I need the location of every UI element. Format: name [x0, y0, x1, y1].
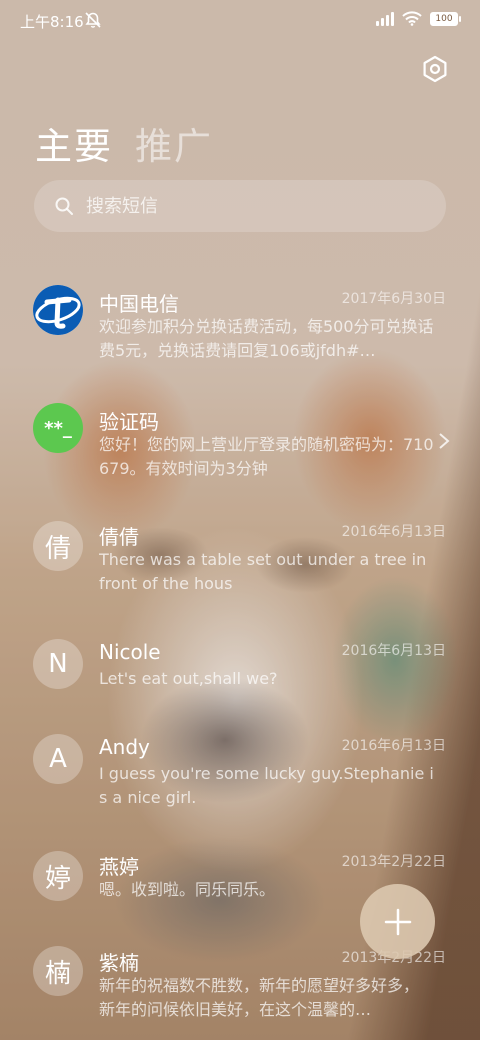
conversation-date: 2016年6月13日	[341, 643, 446, 659]
china-telecom-logo-icon	[33, 285, 83, 335]
conversation-item[interactable]: **_ 验证码 您好！您的网上营业厅登录的随机密码为：710679。有效时间为3…	[0, 400, 480, 500]
china-telecom-logo-avatar	[33, 285, 83, 335]
conversation-name: Andy	[99, 735, 150, 759]
tab-primary[interactable]: 主要	[35, 116, 113, 170]
conversation-name: 倩倩	[99, 525, 139, 549]
conversation-preview: 欢迎参加积分兑换话费活动，每500分可兑换话费5元，兑换话费请回复106或jfd…	[99, 317, 434, 360]
conversation-date: 2016年6月13日	[341, 524, 446, 540]
conversation-preview: I guess you're some lucky guy.Stephanie …	[99, 764, 434, 807]
tab-bar: 主要 推广	[35, 116, 213, 170]
conversation-item[interactable]: N Nicole 2016年6月13日 Let's eat out,shall …	[0, 637, 480, 737]
conversation-date: 2016年6月13日	[341, 738, 446, 754]
avatar: 楠	[33, 946, 83, 996]
do-not-disturb-icon	[85, 12, 101, 28]
status-bar: 上午8:16 100	[0, 0, 480, 40]
conversation-preview: There was a table set out under a tree i…	[99, 550, 427, 593]
conversation-item[interactable]: A Andy 2016年6月13日 I guess you're some lu…	[0, 732, 480, 832]
avatar: A	[33, 734, 83, 784]
signal-icon	[376, 11, 394, 26]
status-time: 上午8:16	[20, 13, 84, 31]
conversation-preview: 新年的祝福数不胜数，新年的愿望好多好多，新年的问候依旧美好，在这个温馨的…	[99, 976, 420, 1019]
tab-promotions[interactable]: 推广	[135, 116, 213, 170]
verification-code-avatar: **_	[33, 403, 83, 453]
conversation-preview: 您好！您的网上营业厅登录的随机密码为：710679。有效时间为3分钟	[99, 435, 434, 478]
conversation-item[interactable]: 楠 紫楠 2013年2月22日 新年的祝福数不胜数，新年的愿望好多好多，新年的问…	[0, 944, 480, 1044]
conversation-name: 紫楠	[99, 951, 139, 975]
conversation-name: 中国电信	[99, 292, 179, 316]
plus-icon	[384, 908, 411, 935]
conversation-name: Nicole	[99, 640, 161, 664]
conversation-name: 燕婷	[99, 855, 139, 879]
search-input[interactable]	[84, 194, 408, 218]
conversation-preview: Let's eat out,shall we?	[99, 669, 278, 688]
settings-hexagon-icon[interactable]	[420, 54, 450, 84]
chevron-right-icon[interactable]	[438, 432, 450, 450]
avatar: 婷	[33, 851, 83, 901]
battery-icon: 100	[430, 11, 461, 26]
conversation-item[interactable]: 中国电信 2017年6月30日 欢迎参加积分兑换话费活动，每500分可兑换话费5…	[0, 282, 480, 382]
conversation-name: 验证码	[99, 410, 159, 434]
conversation-item[interactable]: 倩 倩倩 2016年6月13日 There was a table set ou…	[0, 515, 480, 615]
search-icon	[55, 197, 73, 215]
new-message-button[interactable]	[360, 884, 435, 959]
conversation-date: 2017年6月30日	[341, 291, 446, 307]
avatar: N	[33, 639, 83, 689]
conversation-date: 2013年2月22日	[341, 854, 446, 870]
wifi-icon	[402, 11, 422, 26]
search-bar[interactable]	[34, 180, 446, 232]
avatar: 倩	[33, 521, 83, 571]
